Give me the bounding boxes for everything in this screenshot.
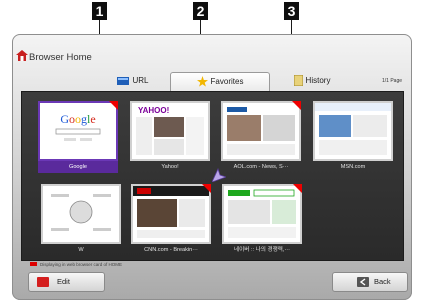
thumbnail-label: 네이버 :: 나의 경쟁력,··· (233, 247, 291, 253)
tab-url[interactable]: URL (100, 72, 166, 90)
home-card-marker (202, 184, 211, 193)
red-button-icon (37, 277, 49, 287)
callout-1: 1 (92, 2, 107, 20)
legend-marker (30, 262, 37, 266)
thumbnail-label: W (78, 247, 84, 253)
pointer-cursor-icon (212, 168, 226, 182)
thumbnail-label: CNN.com - Breakin··· (144, 247, 198, 253)
edit-button[interactable]: Edit (28, 272, 105, 292)
thumbnail-label: AOL.com - News, S··· (233, 164, 289, 170)
home-card-marker (109, 101, 118, 110)
svg-text:YAHOO!: YAHOO! (138, 106, 169, 115)
tab-favorites[interactable]: Favorites (170, 72, 270, 92)
thumbnail-image (224, 186, 300, 242)
home-icon (16, 50, 28, 61)
thumbnail-label: MSN.com (340, 164, 366, 170)
thumbnail-image (43, 186, 119, 242)
favorite-item-naver[interactable]: 네이버 :: 나의 경쟁력,··· (222, 184, 302, 256)
thumbnail-image: YAHOO! (132, 103, 208, 159)
edit-button-label: Edit (57, 277, 70, 286)
favorite-item-aol[interactable]: AOL.com - News, S··· (221, 101, 301, 173)
star-icon (196, 76, 208, 88)
thumbnail-label: Google (38, 161, 118, 173)
callout-3: 3 (284, 2, 299, 20)
thumbnail-image: Google (40, 103, 116, 159)
favorite-item-google[interactable]: Google Google (38, 101, 118, 173)
back-button[interactable]: Back (332, 272, 408, 292)
home-card-marker (293, 184, 302, 193)
tab-favorites-label: Favorites (210, 77, 244, 86)
legend-text: Displaying in web browser card of HOME (40, 262, 123, 267)
tab-url-label: URL (132, 76, 149, 85)
svg-text:Google: Google (60, 112, 95, 126)
callout-2: 2 (193, 2, 208, 20)
page-indicator: 1/1 Page (382, 78, 403, 84)
favorite-item-msn[interactable]: MSN.com (313, 101, 393, 173)
thumbnail-image (223, 103, 299, 159)
tab-history-label: History (305, 76, 331, 85)
tab-history[interactable]: History (272, 72, 352, 90)
favorite-item-yahoo[interactable]: YAHOO! Yahoo! (130, 101, 210, 173)
back-icon (357, 277, 369, 287)
page-title: Browser Home (29, 52, 92, 63)
thumbnail-label: Yahoo! (161, 164, 179, 170)
home-card-marker (292, 101, 301, 110)
url-icon (117, 76, 130, 85)
history-icon (293, 75, 303, 87)
favorite-item-wikipedia[interactable]: W (41, 184, 121, 256)
back-button-label: Back (374, 277, 391, 286)
thumbnail-image (133, 186, 209, 242)
favorite-item-cnn[interactable]: CNN.com - Breakin··· (131, 184, 211, 256)
thumbnail-image (315, 103, 391, 159)
